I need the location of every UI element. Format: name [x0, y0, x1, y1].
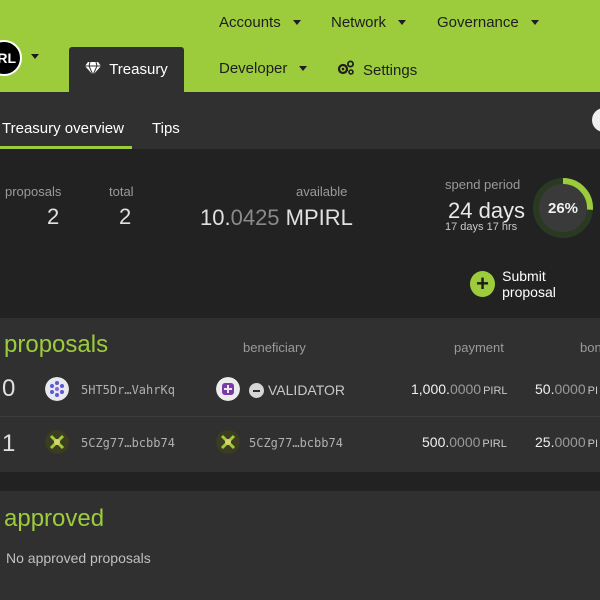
- payment-amount: 500.0000 PIRL: [422, 434, 507, 450]
- submit-proposal-label: Submit proposal: [502, 268, 556, 300]
- total-count: 2: [119, 204, 132, 229]
- payment-frac: 0000: [449, 381, 482, 397]
- chevron-down-icon: [292, 20, 301, 25]
- nav-label: Network: [331, 14, 387, 31]
- payment-unit: PIRL: [482, 438, 507, 450]
- total-label: total: [109, 184, 134, 199]
- available-frac: 0425: [230, 205, 280, 230]
- identicon[interactable]: [216, 377, 240, 401]
- bond-int: 50.: [535, 381, 555, 397]
- nav-governance[interactable]: Governance: [437, 14, 539, 31]
- bond-amount: 50.0000 PI: [535, 381, 598, 397]
- proposals-label: proposals: [5, 184, 62, 199]
- proposals-count: 2: [47, 204, 60, 229]
- approved-title: approved: [4, 505, 105, 532]
- chevron-down-icon: [398, 20, 407, 25]
- bond-frac: 0000: [554, 381, 586, 397]
- proposer-address[interactable]: 5HT5Dr…VahrKq: [81, 383, 175, 397]
- minus-circle-icon: [249, 383, 264, 398]
- payment-amount: 1,000.0000 PIRL: [411, 381, 508, 397]
- nav-network[interactable]: Network: [331, 14, 407, 31]
- beneficiary-address[interactable]: 5CZg77…bcbb74: [249, 436, 343, 450]
- bond-unit: PI: [587, 438, 599, 450]
- bond-unit: PI: [587, 385, 599, 397]
- bond-amount: 25.0000 PI: [535, 434, 598, 450]
- diamond-icon: [85, 61, 102, 79]
- proposals-title: proposals: [4, 331, 109, 358]
- nav-label: Governance: [437, 14, 519, 31]
- payment-int: 500.: [422, 434, 450, 450]
- bond-frac: 0000: [554, 434, 586, 450]
- identicon[interactable]: [45, 430, 69, 454]
- nav-developer[interactable]: Developer: [219, 60, 308, 77]
- proposal-index: 1: [2, 430, 16, 457]
- payment-header: payment: [454, 340, 504, 355]
- nav-label: Developer: [219, 60, 288, 77]
- proposal-index: 0: [2, 375, 16, 402]
- available-label: available: [296, 184, 348, 199]
- available-int: 10.: [200, 205, 231, 230]
- payment-frac: 0000: [449, 434, 481, 450]
- spend-period-percent: 26%: [547, 200, 579, 217]
- nav-label: Accounts: [219, 14, 281, 31]
- identicon[interactable]: [45, 377, 69, 401]
- row-divider: [0, 416, 600, 417]
- proposer-address[interactable]: 5CZg77…bcbb74: [81, 436, 175, 450]
- approved-empty-message: No approved proposals: [6, 550, 151, 566]
- tab-treasury[interactable]: Treasury: [69, 47, 184, 92]
- chevron-down-icon: [530, 20, 539, 25]
- spend-period-remaining: 17 days 17 hrs: [445, 221, 518, 233]
- plus-icon: +: [470, 271, 496, 297]
- tab-label: Treasury: [109, 61, 168, 78]
- payment-int: 1,000.: [411, 381, 450, 397]
- tab-tips[interactable]: Tips: [152, 120, 180, 137]
- payment-unit: PIRL: [483, 385, 508, 397]
- chevron-down-icon[interactable]: [31, 54, 39, 59]
- nav-label: Settings: [363, 61, 418, 79]
- available-unit: MPIRL: [279, 205, 353, 230]
- bond-header: bon: [580, 340, 600, 355]
- tab-treasury-overview[interactable]: Treasury overview: [2, 120, 124, 137]
- chevron-down-icon: [299, 66, 308, 71]
- beneficiary-header: beneficiary: [243, 340, 306, 355]
- beneficiary-name[interactable]: VALIDATOR: [268, 382, 345, 398]
- spend-period-label: spend period: [445, 177, 521, 192]
- available-value: 10.0425 MPIRL: [200, 205, 353, 231]
- gears-icon: [337, 60, 355, 80]
- identicon[interactable]: [216, 430, 240, 454]
- bond-int: 25.: [535, 434, 555, 450]
- nav-settings[interactable]: Settings: [337, 60, 417, 80]
- nav-accounts[interactable]: Accounts: [219, 14, 301, 31]
- submit-proposal-button[interactable]: + Submit proposal: [470, 268, 600, 300]
